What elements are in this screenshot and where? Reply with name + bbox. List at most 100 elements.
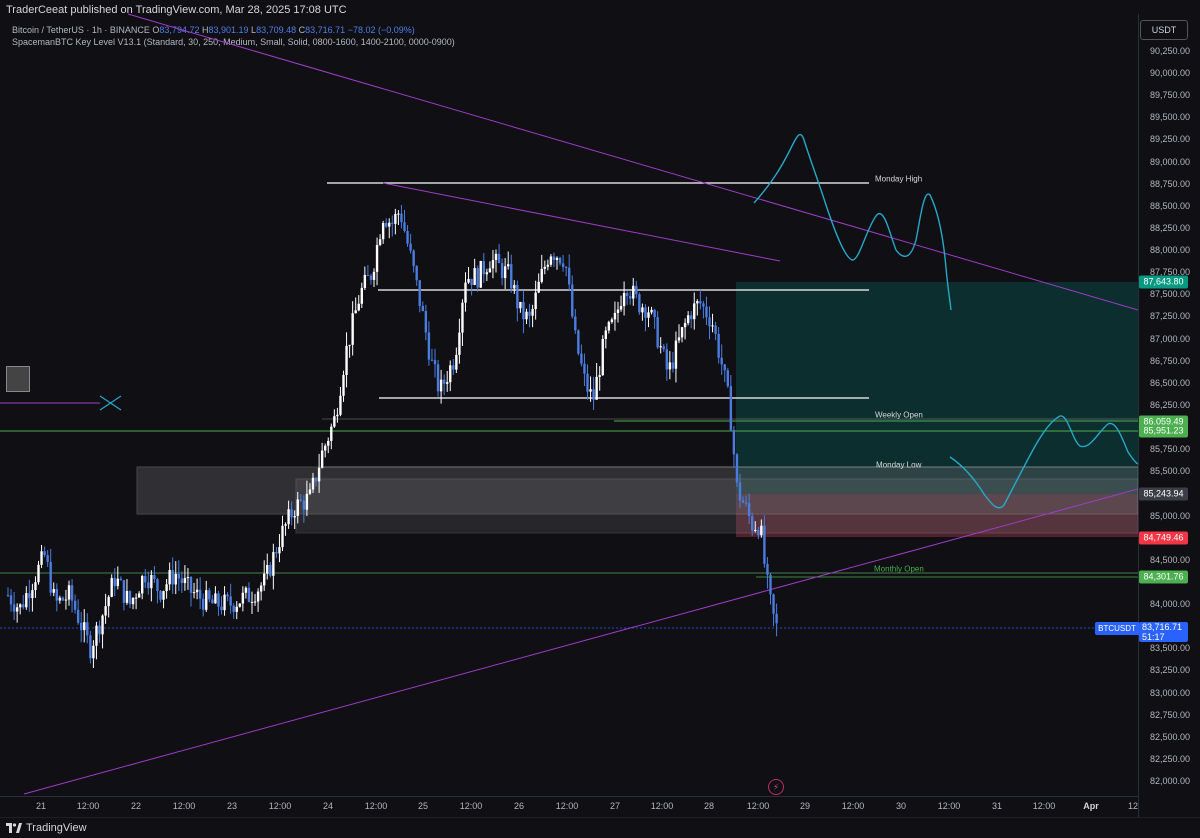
- candle-body: [662, 346, 665, 350]
- time-tick: 12:00: [650, 801, 674, 811]
- candle-body: [683, 323, 687, 328]
- candle-body: [424, 311, 428, 333]
- candle-body: [439, 379, 443, 392]
- candle-body: [747, 503, 751, 517]
- candle-body: [592, 389, 595, 400]
- candle-body: [116, 578, 119, 587]
- price-level-tag: 84,301.76: [1139, 570, 1188, 584]
- time-tick: 28: [703, 801, 715, 811]
- candle-body: [436, 364, 440, 392]
- candle-body: [415, 266, 418, 281]
- candle-body: [95, 625, 98, 646]
- candle-body: [540, 268, 543, 282]
- candle-body: [327, 440, 330, 446]
- candle-body: [519, 301, 522, 309]
- lightning-icon[interactable]: ⚡: [768, 779, 784, 795]
- candlestick-series[interactable]: [6, 204, 778, 668]
- descending-trendline[interactable]: [127, 13, 1138, 311]
- candle-body: [134, 597, 138, 599]
- candle-body: [668, 362, 672, 370]
- candle-body: [531, 309, 534, 316]
- tradingview-logo-icon: [6, 823, 22, 833]
- candle-body: [241, 592, 245, 604]
- price-level-tag: 87,643.80: [1139, 275, 1188, 289]
- candle-body: [49, 561, 52, 593]
- candle-body: [235, 606, 238, 612]
- time-tick: 27: [609, 801, 621, 811]
- currency-button[interactable]: USDT: [1140, 20, 1188, 40]
- time-axis[interactable]: 21 12:00 22 12:00 23 12:00 24 12:00 25 12:00 26 12:…: [0, 796, 1138, 817]
- time-tick: 12: [1127, 801, 1139, 811]
- target-zone: [736, 282, 1138, 494]
- candle-body: [476, 268, 479, 288]
- candle-body: [354, 310, 357, 314]
- monday-low-label: Monday Low: [876, 460, 922, 470]
- candle-body: [726, 370, 729, 387]
- time-tick: 12:00: [555, 801, 579, 811]
- candle-body: [31, 590, 34, 599]
- price-tick: 82,500.00: [1149, 731, 1191, 742]
- candle-body: [677, 337, 681, 341]
- candle-body: [336, 414, 339, 417]
- price-tick: 86,750.00: [1149, 355, 1191, 366]
- time-tick: 25: [417, 801, 429, 811]
- candle-body: [272, 552, 275, 576]
- candle-body: [189, 577, 193, 593]
- candle-body: [89, 635, 92, 659]
- candle-body: [604, 330, 607, 339]
- candle-body: [363, 274, 367, 288]
- candle-body: [766, 563, 769, 575]
- monthly-open-label: Monthly Open: [874, 564, 924, 574]
- candle-body: [418, 280, 421, 306]
- candle-body: [317, 467, 321, 482]
- time-tick: 12:00: [937, 801, 961, 811]
- candle-body: [525, 311, 528, 320]
- price-tick: 87,250.00: [1149, 311, 1191, 322]
- candle-body: [259, 585, 263, 592]
- candle-body: [711, 325, 714, 327]
- chart-screenshot: TraderCeeat published on TradingView.com…: [0, 0, 1200, 838]
- time-tick: 12:00: [76, 801, 100, 811]
- candle-body: [110, 578, 113, 597]
- candle-body: [650, 309, 653, 313]
- candle-body: [58, 597, 62, 601]
- candle-body: [86, 622, 89, 636]
- price-tick: 89,250.00: [1149, 134, 1191, 145]
- candle-body: [171, 569, 174, 585]
- candle-body: [378, 239, 382, 245]
- candle-body: [104, 606, 107, 616]
- candle-body: [192, 592, 196, 594]
- candle-body: [381, 222, 385, 240]
- price-chart-canvas[interactable]: [0, 0, 1138, 796]
- candle-body: [144, 575, 147, 583]
- candle-body: [452, 365, 455, 370]
- candle-body: [372, 271, 376, 280]
- time-tick: 12:00: [364, 801, 388, 811]
- candle-body: [122, 580, 126, 603]
- candle-body: [751, 516, 754, 531]
- candle-body: [284, 524, 287, 526]
- candle-body: [198, 589, 202, 599]
- candle-body: [40, 551, 43, 565]
- price-tick: 90,250.00: [1149, 45, 1191, 56]
- candle-body: [80, 622, 83, 631]
- inner-trendline[interactable]: [382, 182, 781, 262]
- candle-body: [247, 587, 251, 602]
- candle-body: [744, 502, 748, 504]
- candle-body: [601, 338, 604, 376]
- candle-body: [131, 597, 135, 605]
- candle-body: [76, 609, 80, 623]
- time-tick: 12:00: [172, 801, 196, 811]
- price-tick: 84,000.00: [1149, 599, 1191, 609]
- candle-body: [101, 615, 104, 635]
- candle-body: [156, 579, 159, 591]
- ascending-trendline[interactable]: [23, 488, 1138, 795]
- candle-body: [479, 261, 482, 288]
- candle-body: [244, 587, 248, 593]
- candle-body: [470, 278, 473, 285]
- candle-body: [507, 264, 510, 267]
- candle-body: [195, 589, 199, 593]
- candle-body: [269, 564, 272, 576]
- candle-body: [9, 595, 13, 605]
- candle-body: [625, 292, 629, 297]
